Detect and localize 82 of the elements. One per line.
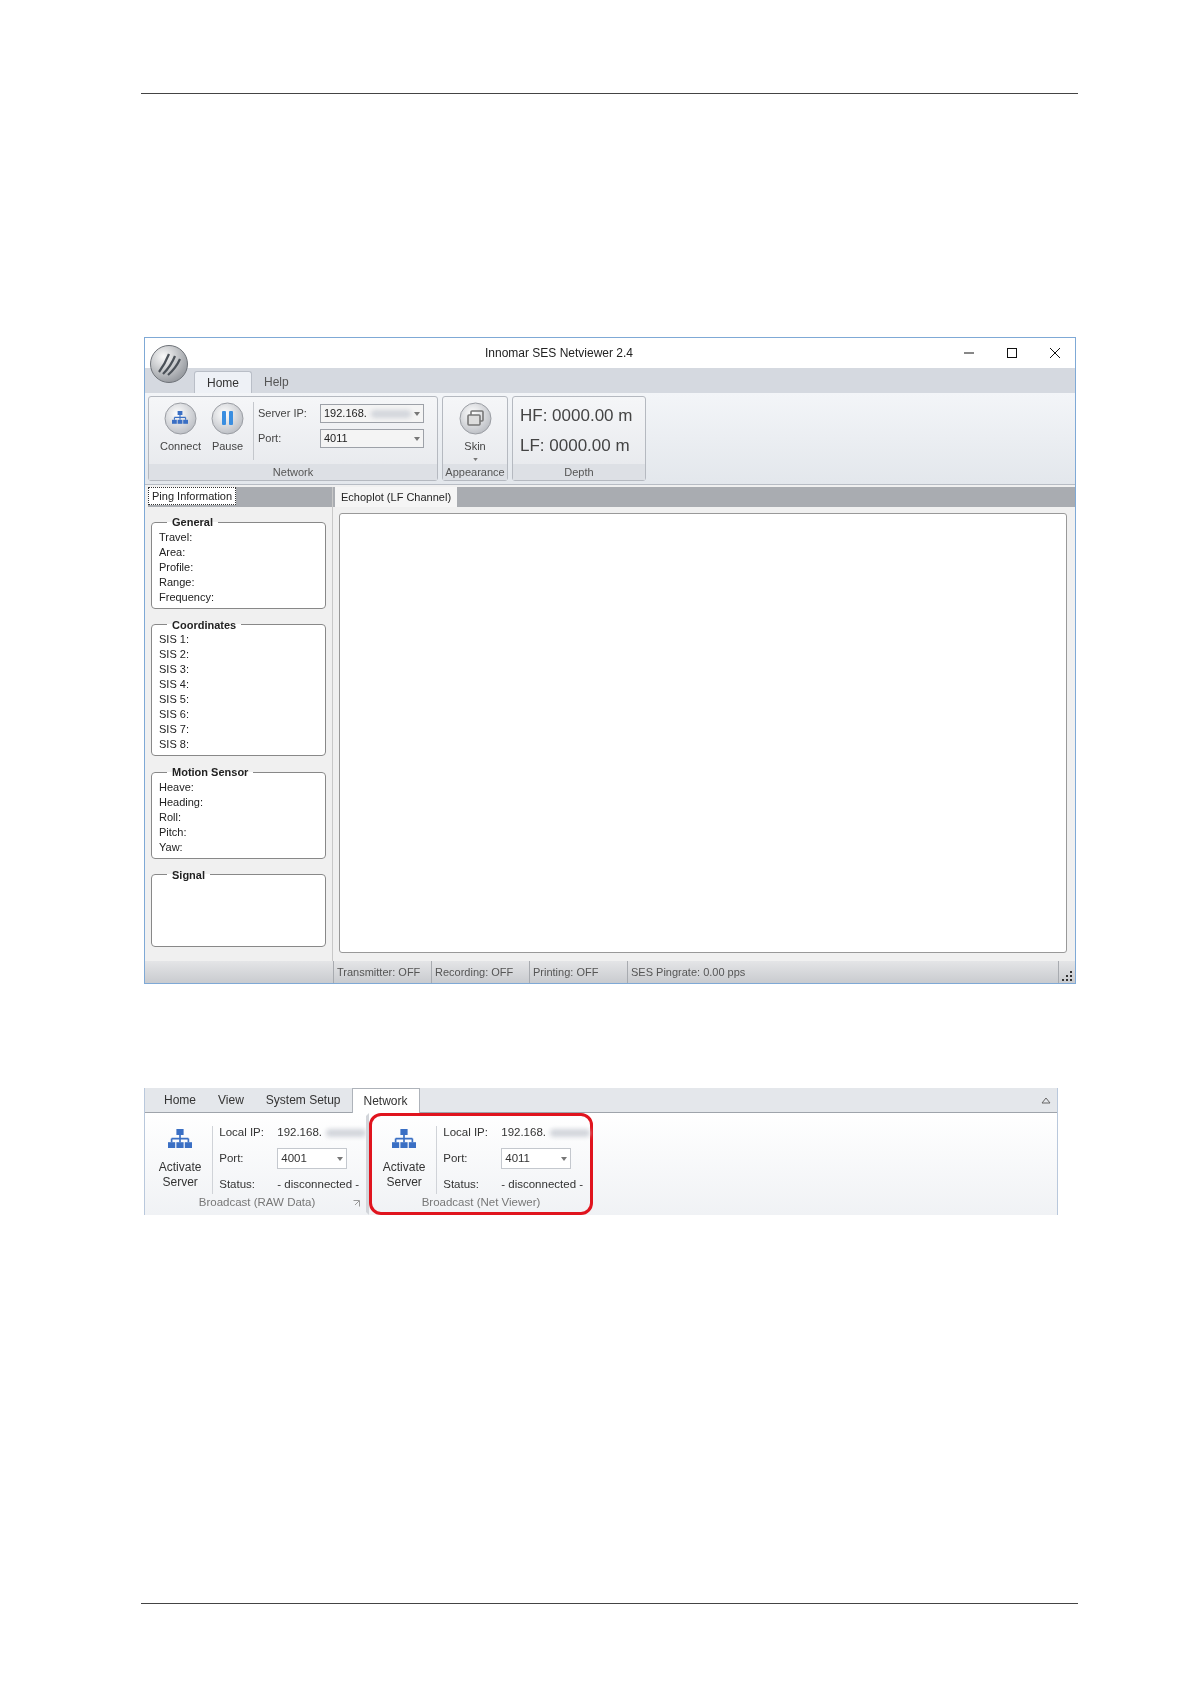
field-label: Port: <box>219 1150 245 1166</box>
ip-address: 192.168. <box>277 1124 366 1142</box>
group-label: Broadcast (RAW Data) <box>198 1195 316 1211</box>
pause-button[interactable]: Pause <box>206 402 249 455</box>
dropdown-icon <box>414 411 420 416</box>
field-label: Status: <box>443 1176 481 1192</box>
field-label: Pitch: <box>159 824 188 839</box>
ribbon-tab[interactable]: View <box>207 1088 255 1112</box>
ribbon-tab[interactable]: Home <box>153 1088 207 1112</box>
app-logo-icon[interactable] <box>149 344 189 384</box>
ribbon-tab[interactable]: System Setup <box>254 1088 352 1112</box>
dropdown-icon <box>414 436 420 441</box>
ribbon-tab[interactable]: Network <box>351 1088 420 1113</box>
ip-address: 192.168. <box>501 1124 590 1142</box>
field-label: SIS 8: <box>159 737 190 751</box>
field-label: SIS 4: <box>159 677 190 691</box>
field-label: Travel: <box>159 529 194 544</box>
maximize-icon[interactable] <box>1006 347 1018 359</box>
dropdown-icon <box>337 1156 344 1161</box>
field-label: Status: <box>219 1176 257 1192</box>
combo-box[interactable]: 4011 <box>501 1148 572 1169</box>
field-label: Roll: <box>159 809 182 824</box>
network-icon <box>168 1129 193 1149</box>
depth-reading: HF: 0000.00 m <box>520 405 634 427</box>
dropdown-icon <box>472 457 478 461</box>
close-icon[interactable] <box>1049 347 1061 359</box>
windows-icon <box>458 402 492 435</box>
status-value: - disconnected - <box>501 1176 585 1192</box>
combo-box[interactable]: 4011 <box>320 429 424 448</box>
group-title: Signal <box>171 867 206 883</box>
menu-tab[interactable]: Help <box>252 371 301 393</box>
status-value: - disconnected - <box>277 1176 361 1192</box>
group-title: General <box>171 515 214 530</box>
dropdown-icon <box>561 1156 568 1161</box>
field-label: Local IP: <box>443 1125 489 1141</box>
combo-box[interactable]: 4001 <box>277 1148 348 1169</box>
window-title: Innomar SES Netviewer 2.4 <box>484 345 634 362</box>
group-title: Motion Sensor <box>171 765 250 780</box>
skin-button[interactable]: Skin <box>458 402 492 464</box>
activate-server-button[interactable]: Activate Server <box>148 1121 213 1194</box>
group-title: Coordinates <box>171 617 238 633</box>
collapse-icon[interactable] <box>1041 1096 1051 1104</box>
field-label: SIS 3: <box>159 662 190 676</box>
field-label: Frequency: <box>159 589 216 604</box>
field-label: Area: <box>159 544 187 559</box>
status-item: Recording: OFF <box>432 961 530 983</box>
network-icon <box>164 402 197 435</box>
field-label: SIS 1: <box>159 632 190 646</box>
resize-grip-icon[interactable] <box>1062 971 1072 981</box>
field-label: Port: <box>443 1150 469 1166</box>
status-item: Transmitter: OFF <box>334 961 432 983</box>
network-icon <box>392 1129 417 1149</box>
group-label: Broadcast (Net Viewer) <box>421 1195 541 1211</box>
field-label: Yaw: <box>159 839 184 854</box>
field-label: SIS 5: <box>159 692 190 706</box>
group-label: Appearance <box>443 464 507 480</box>
pause-icon <box>211 402 244 435</box>
combo-box[interactable]: 192.168. <box>320 404 424 423</box>
group-label: Network <box>149 464 437 480</box>
dialog-launcher-icon[interactable] <box>353 1199 360 1207</box>
field-label: Heading: <box>159 794 205 809</box>
field-label: Port: <box>258 431 283 447</box>
blurred-patch <box>326 1128 366 1137</box>
connect-button[interactable]: Connect <box>155 402 206 455</box>
panel-tab[interactable]: Echoplot (LF Channel) <box>335 487 458 507</box>
status-item: SES Pingrate: 0.00 pps <box>628 961 1059 983</box>
field-label: Profile: <box>159 559 195 574</box>
field-label: SIS 6: <box>159 707 190 721</box>
field-label: Server IP: <box>258 406 308 422</box>
panel-tab[interactable]: Ping Information <box>148 487 237 505</box>
blurred-patch <box>550 1128 590 1137</box>
menu-tab[interactable]: Home <box>194 371 252 393</box>
field-label: Local IP: <box>219 1125 265 1141</box>
field-label: Range: <box>159 574 196 589</box>
group-label: Depth <box>513 464 645 480</box>
depth-reading: LF: 0000.00 m <box>520 434 631 457</box>
field-label: SIS 2: <box>159 647 190 661</box>
field-label: Heave: <box>159 779 195 794</box>
status-item: Printing: OFF <box>530 961 628 983</box>
blurred-patch <box>370 409 411 418</box>
activate-server-button[interactable]: Activate Server <box>372 1121 437 1194</box>
field-label: SIS 7: <box>159 722 190 736</box>
